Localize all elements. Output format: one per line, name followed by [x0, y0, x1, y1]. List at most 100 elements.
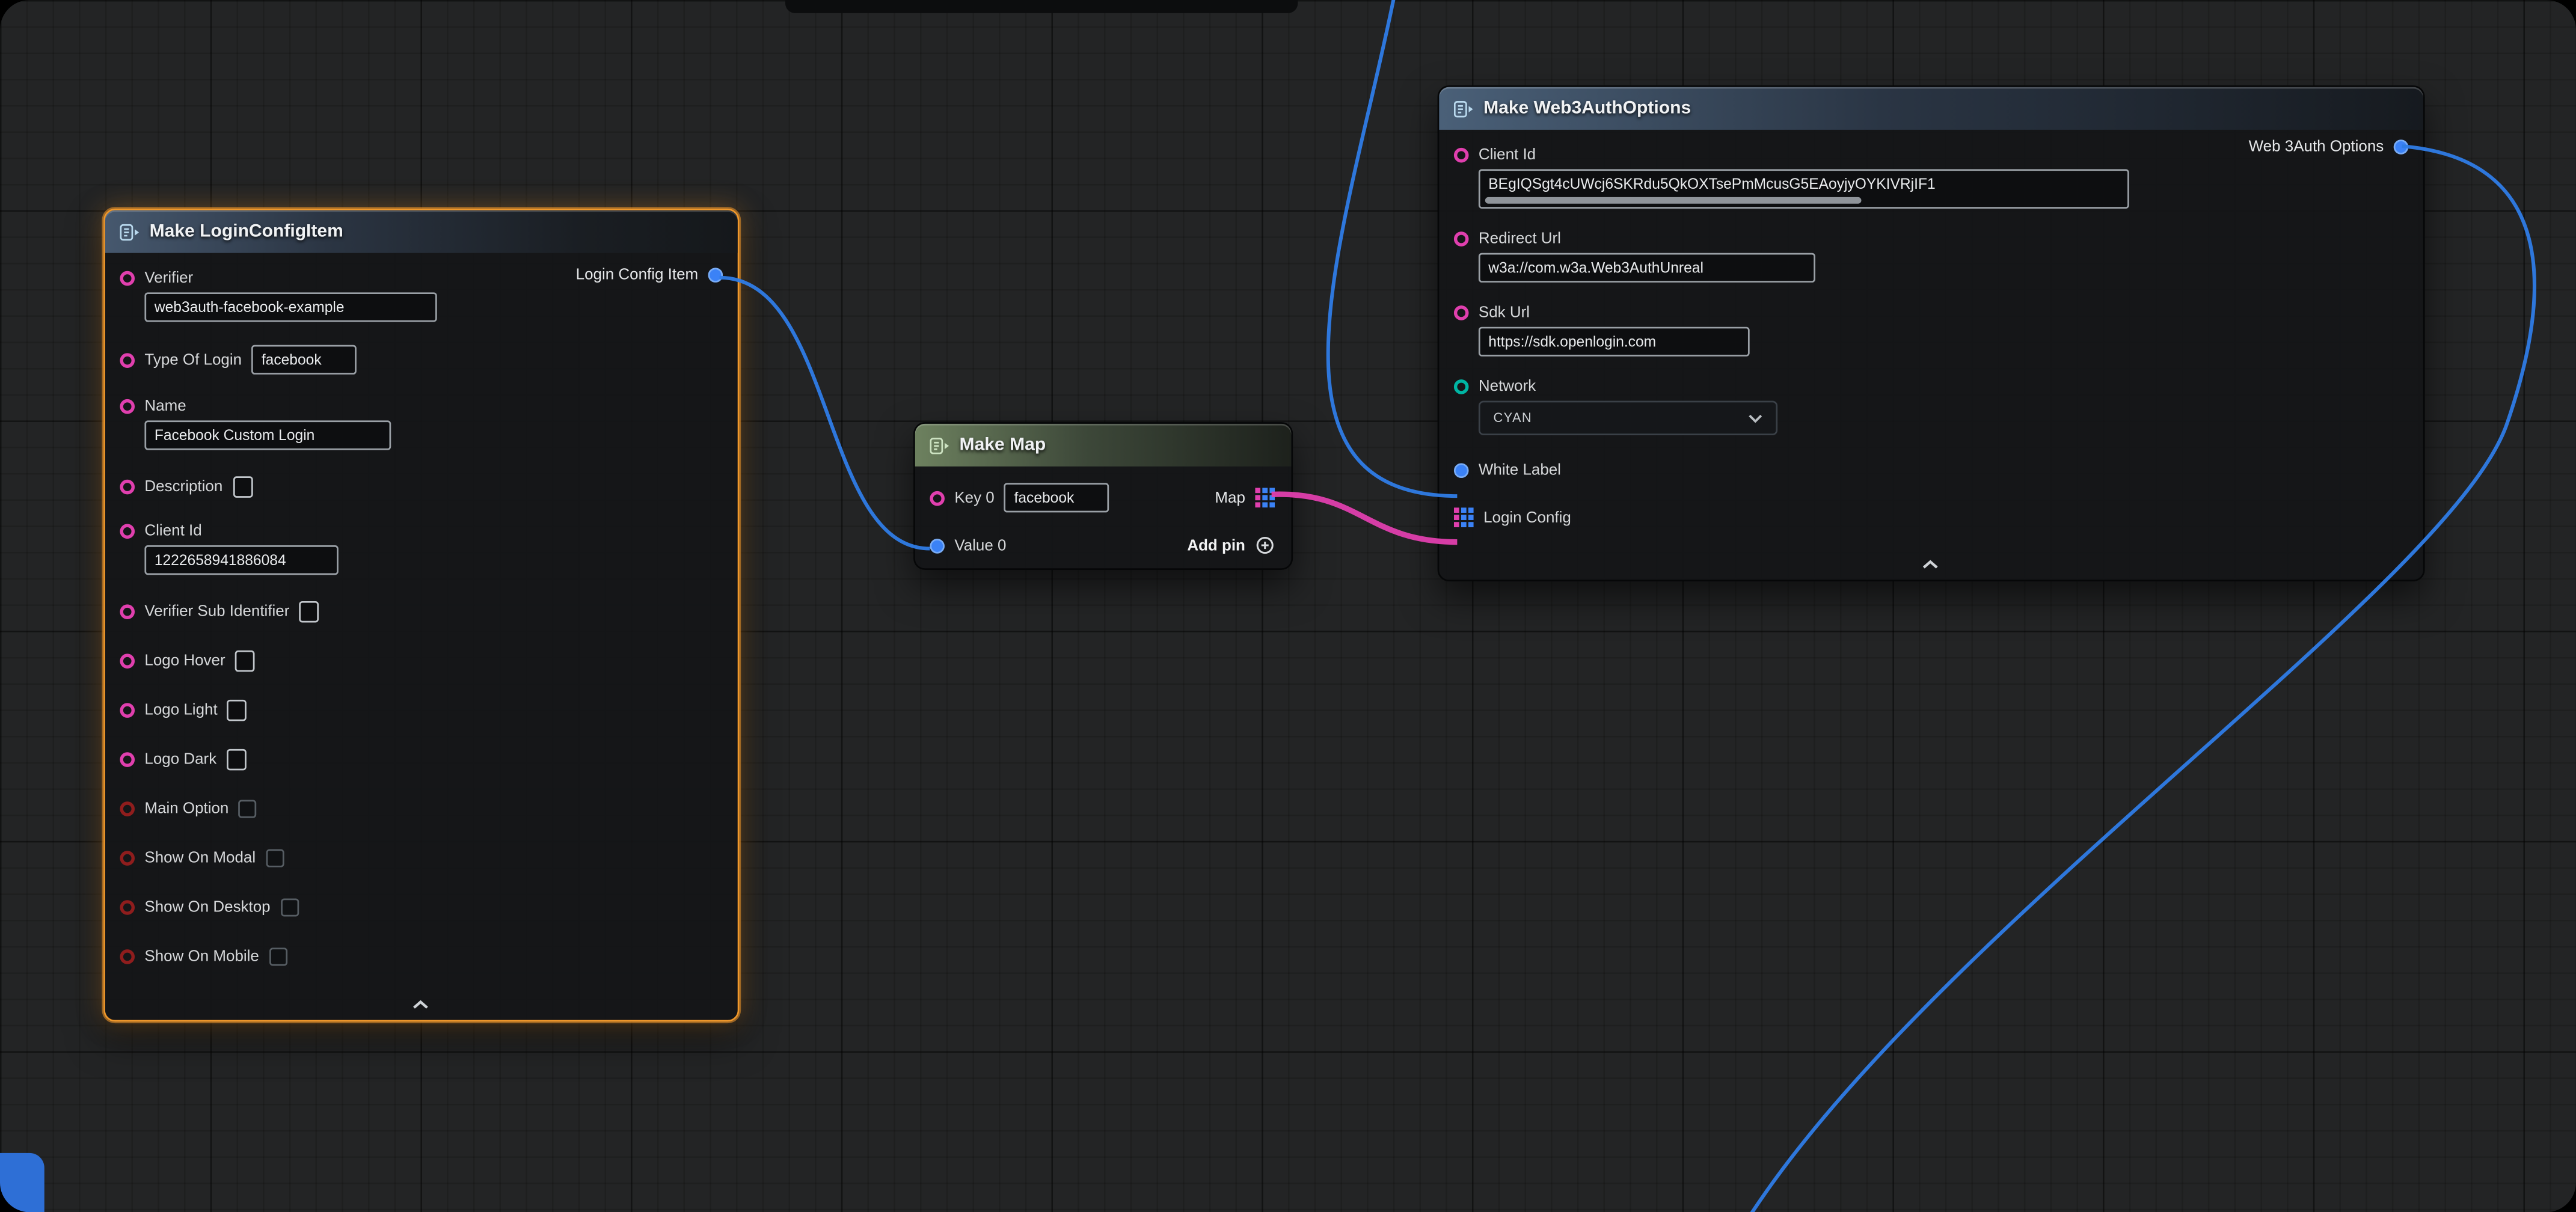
input-pin-verifier-sub-identifier[interactable]: [120, 604, 135, 619]
make-struct-node-icon: [120, 222, 140, 240]
redirect-url-input[interactable]: w3a://com.w3a.Web3AuthUnreal: [1479, 253, 1815, 283]
sdk-url-input[interactable]: https://sdk.openlogin.com: [1479, 327, 1750, 357]
main-option-checkbox[interactable]: [239, 799, 257, 817]
pin-row-verifier-sub-identifier: Verifier Sub Identifier: [120, 598, 721, 624]
input-pin-show-on-modal[interactable]: [120, 850, 135, 865]
input-pin-network[interactable]: [1454, 379, 1469, 394]
input-pin-logo-light[interactable]: [120, 702, 135, 717]
wire-login-config-item-to-value0[interactable]: [720, 278, 930, 549]
input-pin-description[interactable]: [120, 479, 135, 494]
logo-dark-input[interactable]: [227, 748, 247, 770]
node-make-map[interactable]: Make Map Key 0 facebook Map: [913, 422, 1293, 570]
pin-label: Key 0: [954, 489, 994, 507]
node-header-make-web3authoptions[interactable]: Make Web3AuthOptions: [1439, 87, 2423, 130]
pin-label: Logo Light: [144, 700, 217, 718]
pin-row-sdk-url: Sdk Url https://sdk.openlogin.com: [1454, 304, 2407, 356]
output-pin-login-config-item[interactable]: [708, 268, 723, 283]
node-header-make-loginconfigitem[interactable]: Make LoginConfigItem: [105, 210, 738, 253]
pin-label: Logo Hover: [144, 651, 225, 669]
pin-row-client-id: Client Id 1222658941886084: [120, 522, 721, 575]
pin-row-description: Description: [120, 473, 721, 500]
description-input[interactable]: [233, 476, 253, 497]
type-of-login-input[interactable]: facebook: [251, 345, 357, 375]
collapse-chevron-icon[interactable]: [1921, 559, 1940, 570]
client-id-input[interactable]: BEgIQSgt4cUWcj6SKRdu5QkOXTsePmMcusG5EAoy…: [1479, 169, 2129, 209]
client-id-input[interactable]: 1222658941886084: [144, 545, 338, 575]
verifier-sub-identifier-input[interactable]: [299, 601, 319, 622]
client-id-scrollbar[interactable]: [1485, 197, 1860, 204]
pin-row-network: Network CYAN: [1454, 378, 2407, 435]
input-pin-main-option[interactable]: [120, 801, 135, 816]
name-input[interactable]: Facebook Custom Login: [144, 420, 391, 450]
output-pin-web3auth-options[interactable]: [2394, 139, 2409, 155]
input-pin-login-config[interactable]: [1454, 507, 1474, 527]
input-pin-show-on-mobile[interactable]: [120, 949, 135, 964]
input-pin-logo-hover[interactable]: [120, 653, 135, 668]
output-pin-label: Map: [1215, 489, 1245, 507]
pin-label: Value 0: [954, 536, 1006, 554]
pin-label: Main Option: [144, 799, 228, 817]
chevron-down-icon: [1748, 413, 1763, 423]
input-pin-show-on-desktop[interactable]: [120, 899, 135, 914]
logo-light-input[interactable]: [227, 699, 247, 721]
pin-label: Verifier Sub Identifier: [144, 602, 289, 620]
client-id-text: BEgIQSgt4cUWcj6SKRdu5QkOXTsePmMcusG5EAoy…: [1488, 176, 1935, 192]
pin-label: Show On Modal: [144, 848, 256, 866]
input-pin-verifier[interactable]: [120, 271, 135, 286]
add-pin-icon[interactable]: [1255, 536, 1275, 556]
input-pin-type-of-login[interactable]: [120, 352, 135, 367]
pin-label: Name: [144, 397, 186, 415]
input-pin-client-id[interactable]: [1454, 148, 1469, 163]
pin-row-white-label: White Label: [1454, 457, 2407, 483]
pin-row-type-of-login: Type Of Login facebook: [120, 345, 721, 375]
wire-map-to-login-config[interactable]: [1272, 494, 1458, 542]
input-pin-client-id[interactable]: [120, 524, 135, 539]
pin-row-show-on-modal: Show On Modal: [120, 844, 721, 871]
show-on-desktop-checkbox[interactable]: [280, 898, 298, 916]
pin-label: Sdk Url: [1479, 304, 1530, 322]
key-0-input[interactable]: facebook: [1004, 483, 1109, 512]
pin-row-logo-light: Logo Light: [120, 696, 721, 723]
pin-row-show-on-desktop: Show On Desktop: [120, 893, 721, 920]
input-pin-value-0[interactable]: [930, 538, 945, 553]
input-pin-white-label[interactable]: [1454, 462, 1469, 477]
pin-row-name: Name Facebook Custom Login: [120, 397, 721, 450]
pin-label: Login Config: [1483, 509, 1571, 527]
make-struct-node-icon: [1454, 99, 1474, 117]
collapse-chevron-icon[interactable]: [411, 999, 431, 1010]
node-title: Make Map: [960, 435, 1046, 455]
show-on-mobile-checkbox[interactable]: [269, 947, 287, 965]
node-make-web3authoptions[interactable]: Make Web3AuthOptions Web 3Auth Options C…: [1438, 85, 2425, 581]
node-header-make-map[interactable]: Make Map: [915, 424, 1292, 467]
node-make-loginconfigitem[interactable]: Make LoginConfigItem Login Config Item V…: [103, 209, 739, 1021]
logo-hover-input[interactable]: [235, 650, 255, 672]
pin-label: White Label: [1479, 461, 1561, 479]
output-pin-label: Login Config Item: [576, 266, 698, 284]
network-dropdown[interactable]: CYAN: [1479, 401, 1777, 435]
blueprint-graph-canvas[interactable]: Make LoginConfigItem Login Config Item V…: [0, 0, 2576, 1212]
pin-label: Show On Desktop: [144, 898, 270, 916]
pin-row-value-0: Value 0 Add pin: [930, 532, 1275, 559]
node-title: Make LoginConfigItem: [150, 222, 343, 242]
network-selected-value: CYAN: [1493, 411, 1532, 426]
output-row-login-config-item: Login Config Item: [576, 266, 723, 284]
blueprint-graph-stage: Make LoginConfigItem Login Config Item V…: [0, 0, 2576, 1212]
pin-row-show-on-mobile: Show On Mobile: [120, 943, 721, 969]
input-pin-sdk-url[interactable]: [1454, 305, 1469, 320]
add-pin-label: Add pin: [1187, 536, 1245, 554]
offscreen-blue-element: [0, 1153, 44, 1212]
input-pin-logo-dark[interactable]: [120, 751, 135, 767]
verifier-input[interactable]: web3auth-facebook-example: [144, 292, 437, 322]
input-pin-redirect-url[interactable]: [1454, 231, 1469, 246]
input-pin-name[interactable]: [120, 399, 135, 414]
pin-label: Show On Mobile: [144, 947, 259, 965]
pin-row-login-config: Login Config: [1454, 504, 2407, 531]
pin-label: Description: [144, 477, 222, 495]
pin-row-main-option: Main Option: [120, 795, 721, 821]
pin-label: Client Id: [144, 522, 201, 540]
input-pin-key-0[interactable]: [930, 491, 945, 506]
pin-label: Redirect Url: [1479, 230, 1561, 248]
pin-row-logo-dark: Logo Dark: [120, 745, 721, 772]
output-pin-map[interactable]: [1255, 488, 1275, 507]
show-on-modal-checkbox[interactable]: [265, 848, 283, 866]
